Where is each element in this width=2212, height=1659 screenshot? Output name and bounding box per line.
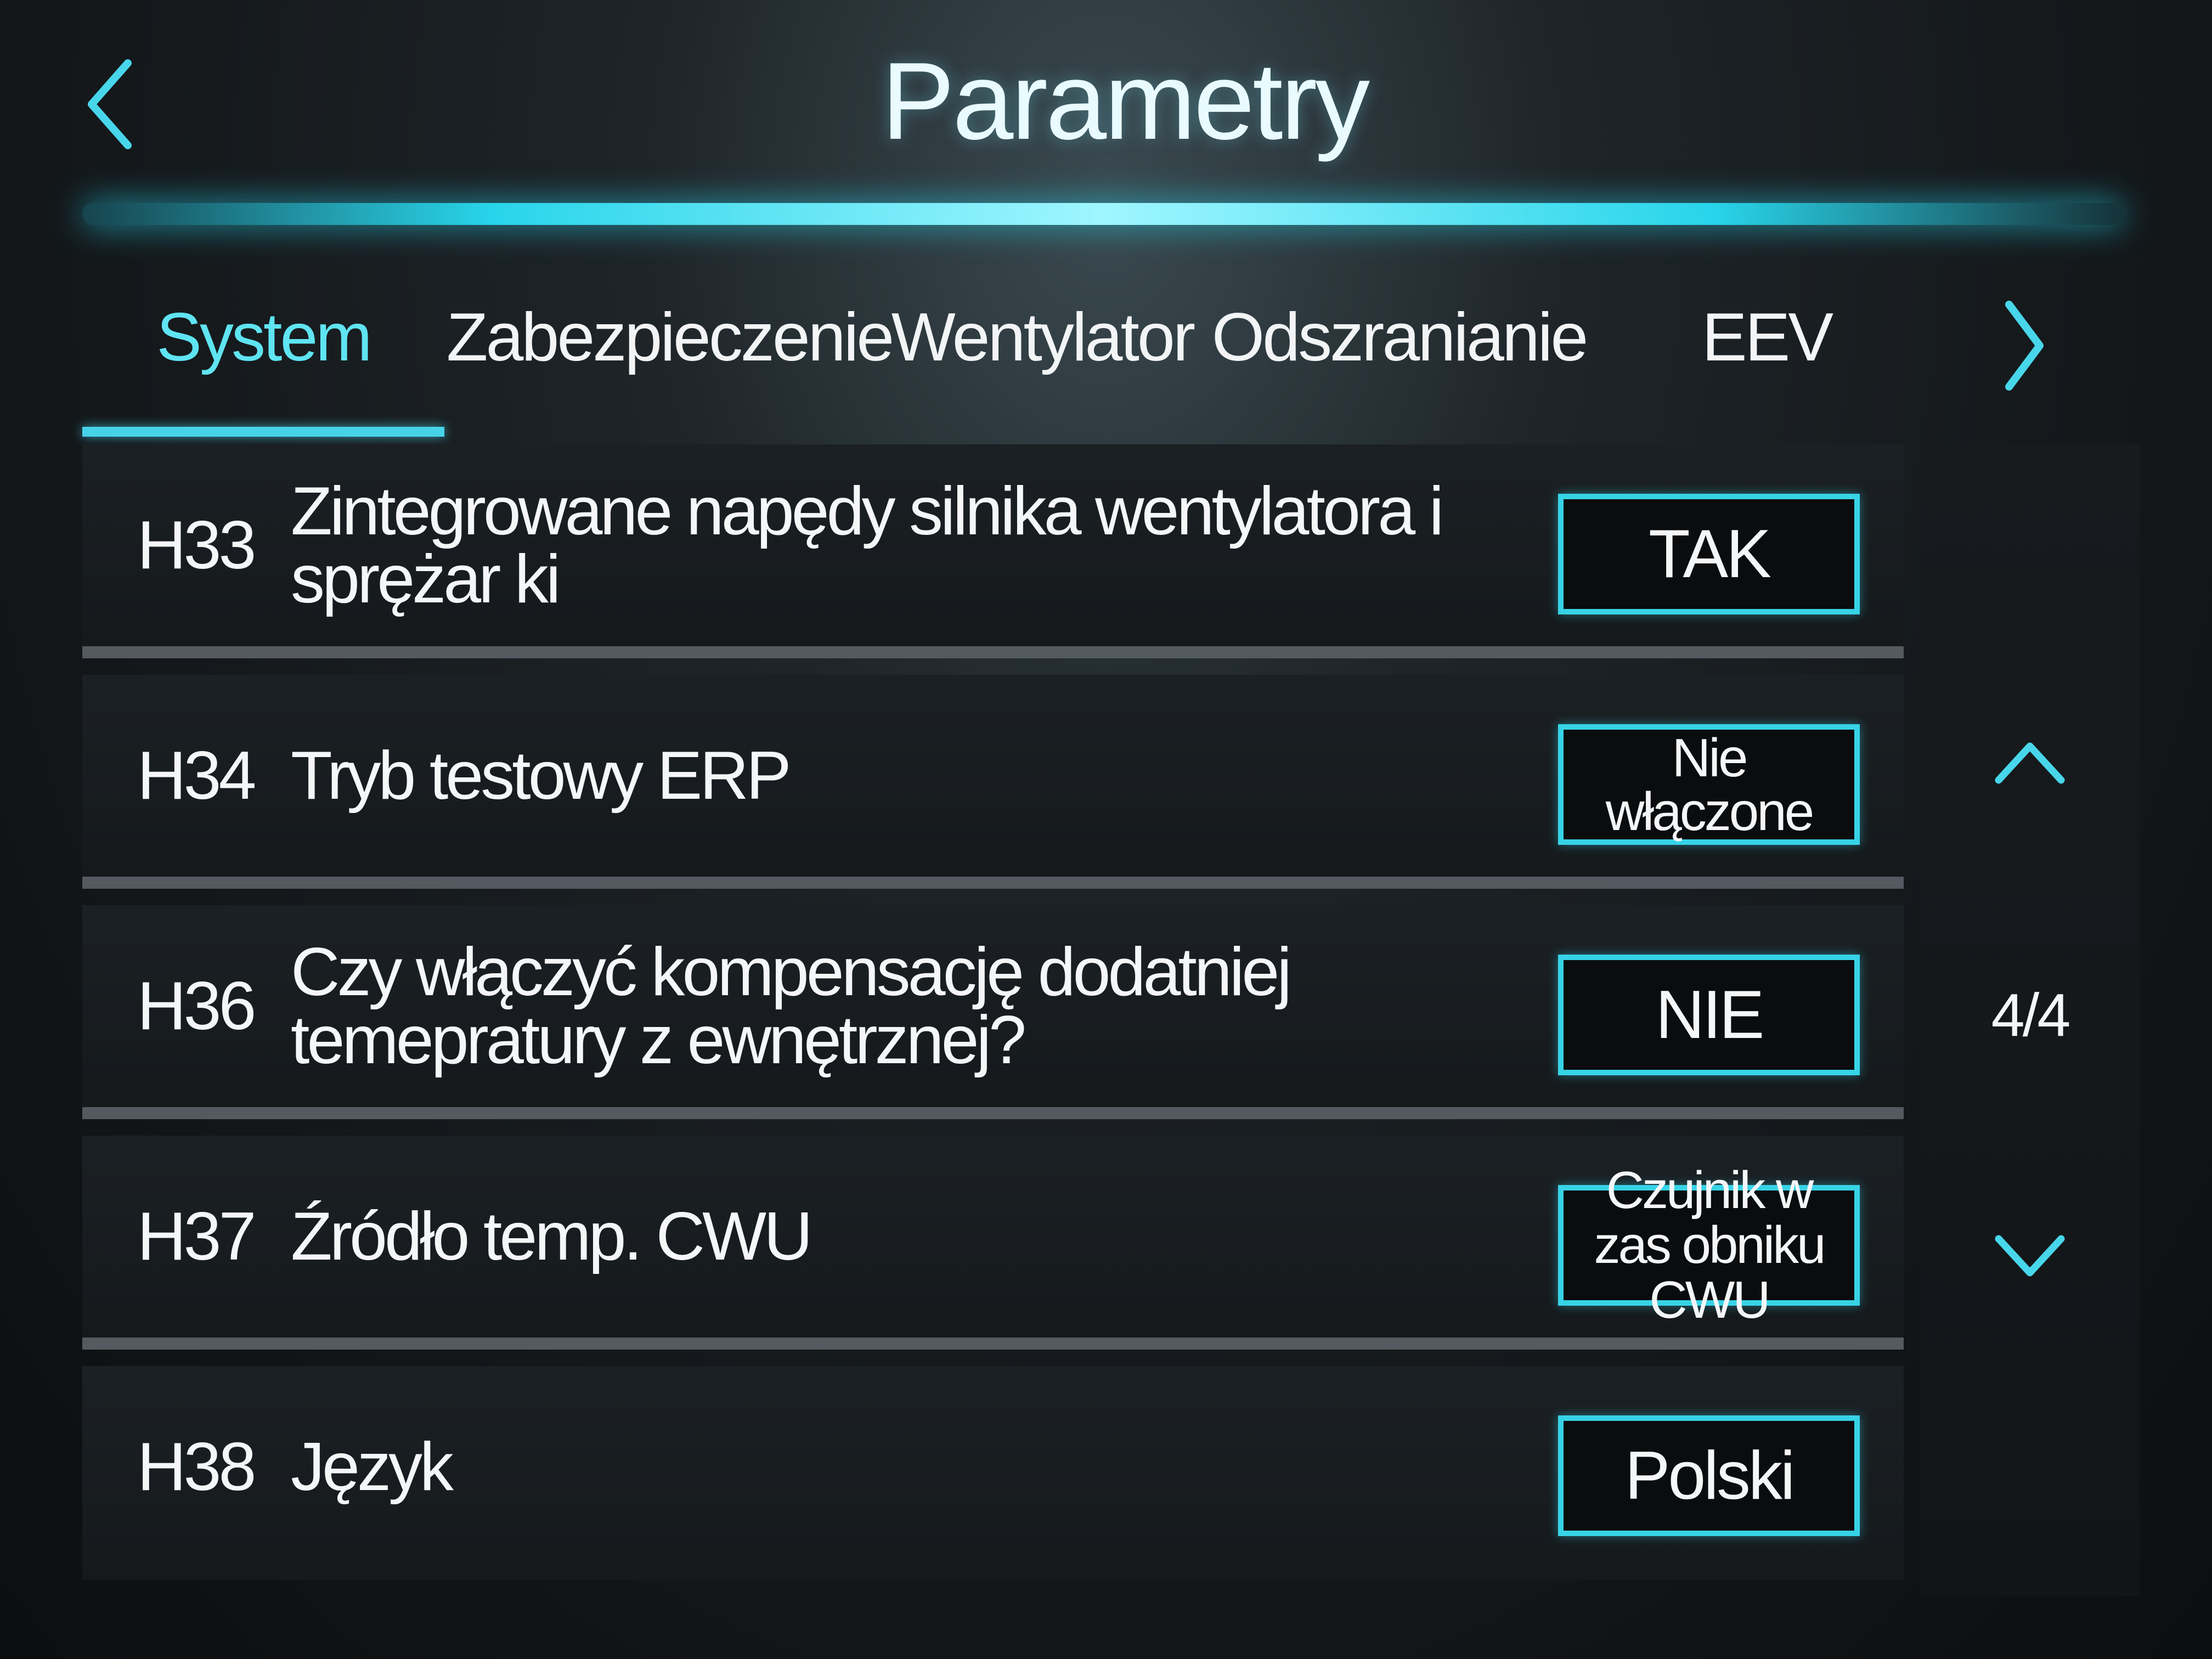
parameter-label: Zintegrowane napędy silnika wentylatora … xyxy=(291,473,1444,617)
tab-system[interactable]: System xyxy=(82,274,444,400)
parameter-label: Język xyxy=(291,1429,454,1505)
chevron-left-icon xyxy=(85,58,134,151)
pagination-panel: 4/4 xyxy=(1920,444,2140,1596)
active-tab-indicator xyxy=(82,427,444,437)
parameter-code: H33 xyxy=(137,507,256,583)
tabs-next-button[interactable] xyxy=(1986,285,2063,406)
parameter-row-h38: H38 Język Polski xyxy=(82,1366,1904,1580)
tab-bar: System Zabezpieczenie Wentylator Odszran… xyxy=(82,274,2002,439)
tab-zabezpieczenie[interactable]: Zabezpieczenie xyxy=(444,274,895,400)
page-title: Parametry xyxy=(881,40,1370,162)
parameter-row-h34: H34 Tryb testowy ERP Nie włączone xyxy=(82,675,1904,889)
parameter-row-h37: H37 Źródło temp. CWU Czujnik w zas obnik… xyxy=(82,1136,1904,1350)
parameter-code: H38 xyxy=(137,1429,256,1505)
page-up-button[interactable] xyxy=(1970,708,2090,817)
parameter-label: Czy włączyć kompensację dodatniej temepr… xyxy=(291,934,1292,1078)
parameter-code: H34 xyxy=(137,738,256,814)
parameter-row-h36: H36 Czy włączyć kompensację dodatniej te… xyxy=(82,905,1904,1119)
parameter-value-button[interactable]: NIE xyxy=(1558,955,1860,1075)
parameter-list: H33 Zintegrowane napędy silnika wentylat… xyxy=(82,444,1904,1596)
page-down-button[interactable] xyxy=(1970,1201,2090,1311)
parameters-screen: Parametry System Zabezpieczenie Wentylat… xyxy=(0,0,2212,1659)
parameter-code: H37 xyxy=(137,1199,256,1274)
parameter-row-h33: H33 Zintegrowane napędy silnika wentylat… xyxy=(82,444,1904,658)
parameter-label: Tryb testowy ERP xyxy=(291,738,792,814)
parameter-label: Źródło temp. CWU xyxy=(291,1199,813,1274)
back-button[interactable] xyxy=(77,49,143,159)
parameter-value-button[interactable]: TAK xyxy=(1558,494,1860,614)
parameter-code: H36 xyxy=(137,968,256,1044)
header-divider xyxy=(82,203,2123,225)
tab-wentylator[interactable]: Wentylator xyxy=(850,274,1234,400)
page-indicator: 4/4 xyxy=(1991,981,2071,1049)
parameter-value-button[interactable]: Polski xyxy=(1558,1415,1860,1536)
chevron-down-icon xyxy=(1994,1234,2066,1278)
parameter-value-button[interactable]: Czujnik w zas obniku CWU xyxy=(1558,1163,1860,1328)
tab-odszranianie[interactable]: Odszranianie xyxy=(1180,274,1618,400)
parameter-value-button[interactable]: Nie włączone xyxy=(1558,724,1860,845)
chevron-right-icon xyxy=(2002,299,2046,392)
tab-eev[interactable]: EEV xyxy=(1618,274,1915,400)
chevron-up-icon xyxy=(1994,741,2066,785)
